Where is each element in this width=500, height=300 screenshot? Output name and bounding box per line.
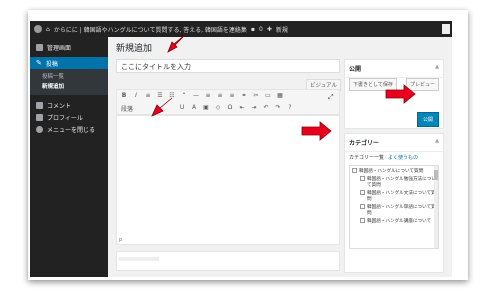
category-item[interactable]: 韓国語・ハングルについて質問 xyxy=(352,168,436,174)
red-arrow-icon xyxy=(167,33,187,53)
sidebar-item-label: メニューを閉じる xyxy=(47,126,96,134)
clear-formatting-icon[interactable]: ◇ xyxy=(215,105,221,111)
redo-icon[interactable]: ↷ xyxy=(275,105,281,111)
publish-box-title[interactable]: 公開 ▲ xyxy=(345,60,443,78)
sidebar-item-comments[interactable]: コメント xyxy=(30,99,108,111)
category-checkbox[interactable] xyxy=(360,218,365,223)
category-checkbox[interactable] xyxy=(360,176,365,181)
align-right-icon[interactable]: ≡ xyxy=(229,93,235,99)
caret-up-icon[interactable]: ▲ xyxy=(435,138,439,144)
special-character-icon[interactable]: Ω xyxy=(227,105,233,111)
underline-icon[interactable]: U xyxy=(179,105,185,111)
sidebar-item-posts[interactable]: ✎ 投稿 xyxy=(30,57,108,69)
category-item[interactable]: 韓国語・ハングル文法について質問 xyxy=(352,190,436,202)
blockquote-icon[interactable]: “ xyxy=(181,93,187,99)
admin-sidebar: 管理画面 ✎ 投稿 投稿一覧 新規追加 コメント プロフィール メニューを閉じる xyxy=(30,37,108,277)
editor-path: p xyxy=(119,237,123,243)
scrollbar[interactable] xyxy=(434,166,438,248)
category-tabs: カテゴリー一覧 よく使うもの xyxy=(345,152,443,163)
red-arrow-icon xyxy=(151,97,173,117)
categories-box-title[interactable]: カテゴリー ▲ xyxy=(345,134,443,152)
sidebar-item-label: プロフィール xyxy=(47,114,83,122)
categories-title-text: カテゴリー xyxy=(349,140,380,147)
page-title: 新規追加 xyxy=(116,44,153,54)
format-select[interactable]: 段落 xyxy=(121,104,133,113)
caret-up-icon[interactable]: ▲ xyxy=(435,64,439,70)
fullscreen-icon[interactable]: ⤢ xyxy=(328,93,334,102)
help-icon[interactable]: ? xyxy=(287,105,293,111)
sidebar-item-collapse[interactable]: メニューを閉じる xyxy=(30,123,108,135)
user-avatar[interactable] xyxy=(442,24,450,34)
publish-title-text: 公開 xyxy=(349,66,362,73)
category-checkbox[interactable] xyxy=(360,204,365,209)
category-item[interactable]: 韓国語・ハングル講座について xyxy=(352,218,436,224)
publish-button[interactable]: 公開 xyxy=(416,112,439,127)
user-icon xyxy=(36,113,43,121)
unlink-icon[interactable]: ✂ xyxy=(253,93,259,99)
collapse-icon xyxy=(36,125,43,133)
red-arrow-icon xyxy=(301,121,332,141)
comments-count[interactable]: 0 xyxy=(259,26,263,33)
new-icon[interactable]: ✚ xyxy=(267,26,272,33)
italic-icon[interactable]: I xyxy=(133,93,139,99)
sidebar-item-label: 投稿 xyxy=(45,60,58,68)
category-checkbox[interactable] xyxy=(352,168,357,173)
posts-submenu: 投稿一覧 新規追加 xyxy=(30,69,108,95)
category-label: 韓国語・ハングル単語について質問 xyxy=(367,205,436,216)
home-icon[interactable]: ⌂ xyxy=(46,26,50,33)
dashboard-icon xyxy=(36,43,43,51)
scrollbar-thumb[interactable] xyxy=(434,170,438,180)
category-checkbox[interactable] xyxy=(360,190,365,195)
admin-bar: ⌂ からにに | 韓国語やハングルについて質問する, 答える, 韓国語を連絡集 … xyxy=(30,21,452,37)
box-grip xyxy=(119,257,159,261)
link-icon[interactable]: ⚭ xyxy=(241,93,247,99)
category-checklist: 韓国語・ハングルについて質問 韓国語・ハングル勉強方法について質問 韓国語・ハングル… xyxy=(349,165,439,249)
submenu-item-new-post[interactable]: 新規追加 xyxy=(30,82,108,92)
comments-icon[interactable]: ▪ xyxy=(251,26,255,33)
sidebar-item-dashboard[interactable]: 管理画面 xyxy=(30,41,108,53)
tab-all-categories[interactable]: カテゴリー一覧 xyxy=(349,154,384,161)
category-label: 韓国語・ハングルについて質問 xyxy=(359,169,424,174)
toolbar-toggle-icon[interactable]: ▦ xyxy=(277,93,283,99)
indent-icon[interactable]: ⇥ xyxy=(251,105,257,111)
category-label: 韓国語・ハングル文法について質問 xyxy=(367,191,436,202)
sidebar-item-profile[interactable]: プロフィール xyxy=(30,111,108,123)
main-content: 新規追加 ここにタイトルを入力 ビジュアル B I ≡ ☰ ☷ “ — ≡ ≡ … xyxy=(108,37,452,277)
red-arrow-icon xyxy=(385,84,416,104)
category-label: 韓国語・ハングル勉強方法について質問 xyxy=(367,177,436,188)
pin-icon: ✎ xyxy=(36,59,42,67)
align-center-icon[interactable]: ≡ xyxy=(217,93,223,99)
submenu-item-post-list[interactable]: 投稿一覧 xyxy=(30,72,108,82)
text-color-icon[interactable]: A xyxy=(191,105,197,111)
horizontal-line-icon[interactable]: — xyxy=(193,93,199,99)
align-left-icon[interactable]: ≡ xyxy=(205,93,211,99)
sidebar-item-label: 管理画面 xyxy=(47,44,72,52)
undo-icon[interactable]: ↶ xyxy=(263,105,269,111)
secondary-meta-box xyxy=(116,251,340,271)
bold-icon[interactable]: B xyxy=(121,93,127,99)
categories-box: カテゴリー ▲ カテゴリー一覧 よく使うもの 韓国語・ハングルについて質問韓国語… xyxy=(344,133,444,273)
category-label: 韓国語・ハングル講座について xyxy=(367,219,432,224)
wordpress-logo-icon[interactable] xyxy=(34,25,42,33)
tab-popular-categories[interactable]: よく使うもの xyxy=(388,154,418,161)
post-title-input[interactable]: ここにタイトルを入力 xyxy=(116,59,340,73)
more-tag-icon[interactable]: ▭ xyxy=(265,93,271,99)
comments-icon xyxy=(36,101,43,109)
site-name-link[interactable]: からにに | 韓国語やハングルについて質問する, 答える, 韓国語を連絡集 xyxy=(54,25,247,34)
category-item[interactable]: 韓国語・ハングル単語について質問 xyxy=(352,204,436,216)
category-item[interactable]: 韓国語・ハングル勉強方法について質問 xyxy=(352,176,436,188)
new-content-link[interactable]: 新規 xyxy=(276,25,288,34)
sidebar-item-label: コメント xyxy=(47,102,72,110)
outdent-icon[interactable]: ⇤ xyxy=(239,105,245,111)
paste-text-icon[interactable]: ▣ xyxy=(203,105,209,111)
